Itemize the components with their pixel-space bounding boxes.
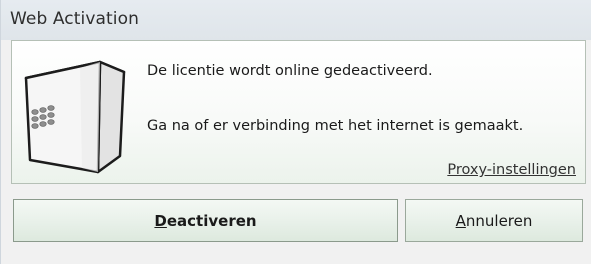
hardware-device-icon	[24, 60, 126, 174]
deactivate-label: eactiveren	[166, 211, 257, 230]
message-panel: De licentie wordt online gedeactiveerd. …	[11, 40, 586, 184]
web-activation-dialog: Web Activation De licentie wordt online …	[0, 0, 591, 264]
connection-hint: Ga na of er verbinding met het internet …	[147, 118, 524, 134]
title-bar[interactable]: Web Activation	[1, 0, 591, 40]
status-message: De licentie wordt online gedeactiveerd.	[147, 63, 433, 79]
proxy-settings-link[interactable]: Proxy-instellingen	[447, 162, 576, 178]
device-side-face	[96, 60, 126, 174]
deactivate-button[interactable]: Deactiveren	[13, 199, 398, 242]
cancel-button[interactable]: Annuleren	[405, 199, 583, 242]
cancel-accelerator: A	[455, 211, 466, 230]
deactivate-accelerator: D	[154, 211, 167, 230]
cancel-label: nnuleren	[465, 211, 533, 230]
window-title: Web Activation	[10, 9, 139, 29]
